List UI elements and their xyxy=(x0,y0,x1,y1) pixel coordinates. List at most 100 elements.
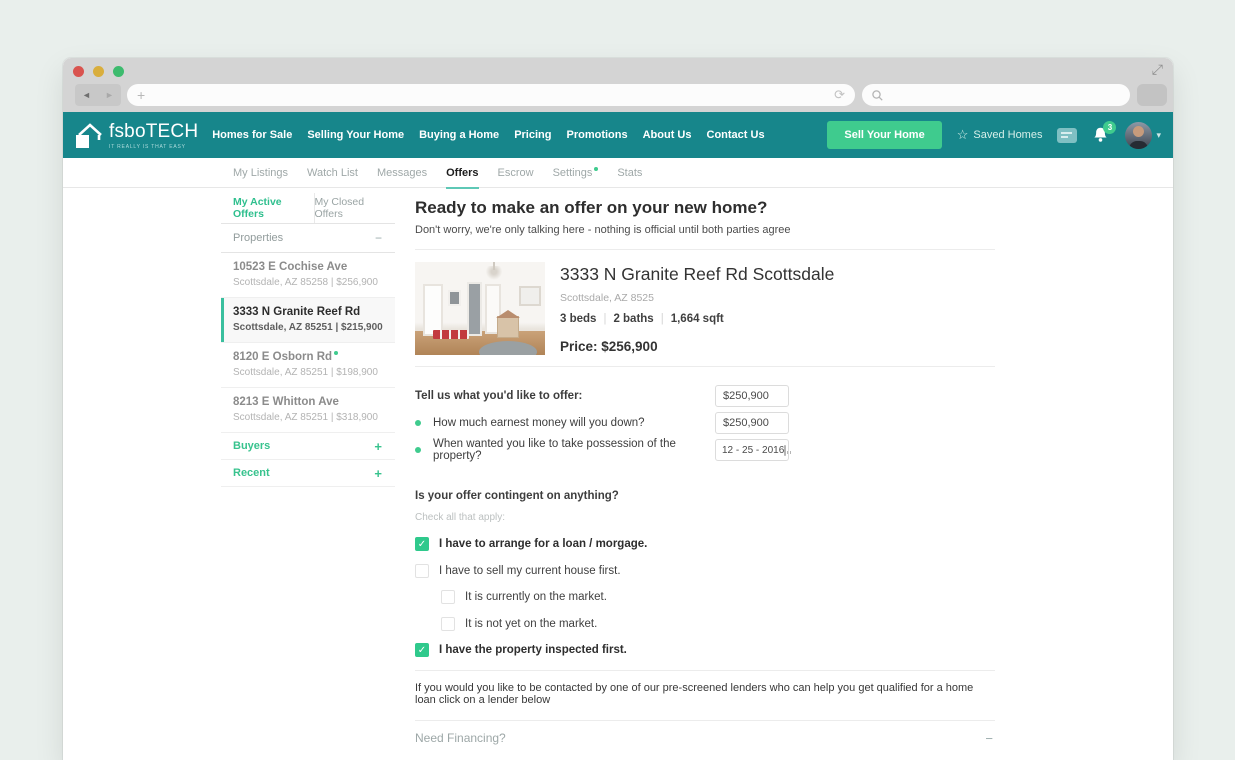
checkbox-unchecked-icon[interactable] xyxy=(441,590,455,604)
possession-date-input[interactable]: 12 - 25 - 2016 xyxy=(715,439,789,461)
resize-icon[interactable]: ⤢ xyxy=(1152,61,1163,78)
offer-amount-label: Tell us what you'd like to offer: xyxy=(415,390,582,402)
tab-stats[interactable]: Stats xyxy=(617,158,642,188)
menu-item-promotions[interactable]: Promotions xyxy=(566,129,627,141)
refresh-icon[interactable]: ⟳ xyxy=(834,87,845,103)
new-activity-dot xyxy=(334,351,338,355)
forward-icon[interactable]: ► xyxy=(105,90,114,100)
logo-name: fsboTECH xyxy=(109,121,198,143)
menu-item-about-us[interactable]: About Us xyxy=(643,129,692,141)
main-menu: Homes for Sale Selling Your Home Buying … xyxy=(212,129,764,141)
financing-section-header[interactable]: Need Financing? − xyxy=(415,731,995,746)
browser-profile-button[interactable] xyxy=(1137,84,1167,106)
offer-panel: Ready to make an offer on your new home?… xyxy=(415,188,995,760)
saved-homes-link[interactable]: ☆ Saved Homes xyxy=(957,127,1043,143)
buyers-label: Buyers xyxy=(233,440,270,452)
tab-my-closed-offers[interactable]: My Closed Offers xyxy=(315,193,396,223)
property-photo xyxy=(415,262,545,355)
tab-my-listings[interactable]: My Listings xyxy=(233,158,288,188)
browser-window: ⤢ ◄ ► + ⟳ fsboTECH IT R xyxy=(63,58,1173,760)
checkbox-property-inspected[interactable]: ✓ I have the property inspected first. xyxy=(415,643,995,657)
sqft-value: 1,664 sqft xyxy=(671,313,724,325)
properties-label: Properties xyxy=(233,232,283,244)
expand-plus-icon[interactable]: + xyxy=(374,439,382,454)
menu-item-selling-your-home[interactable]: Selling Your Home xyxy=(307,129,404,141)
contingency-question: Is your offer contingent on anything? xyxy=(415,490,995,502)
minimize-window-button[interactable] xyxy=(93,66,104,77)
property-card: 3333 N Granite Reef Rd Scottsdale Scotts… xyxy=(415,262,995,355)
checkbox-not-yet-on-market[interactable]: It is not yet on the market. xyxy=(441,617,995,631)
expand-plus-icon[interactable]: + xyxy=(374,466,382,481)
zoom-window-button[interactable] xyxy=(113,66,124,77)
menu-item-pricing[interactable]: Pricing xyxy=(514,129,551,141)
baths-value: 2 baths xyxy=(613,313,653,325)
checkbox-checked-icon[interactable]: ✓ xyxy=(415,643,429,657)
browser-chrome: ⤢ ◄ ► + ⟳ xyxy=(63,58,1173,112)
checkbox-loan-mortgage[interactable]: ✓ I have to arrange for a loan / morgage… xyxy=(415,537,995,551)
page-title: Ready to make an offer on your new home? xyxy=(415,198,995,218)
site-logo[interactable]: fsboTECH IT REALLY IS THAT EASY xyxy=(75,121,198,150)
earnest-money-input[interactable] xyxy=(715,412,789,434)
page-subtitle: Don't worry, we're only talking here - n… xyxy=(415,224,995,236)
search-icon xyxy=(871,89,884,102)
sell-your-home-button[interactable]: Sell Your Home xyxy=(827,121,941,149)
menu-item-homes-for-sale[interactable]: Homes for Sale xyxy=(212,129,292,141)
tab-escrow[interactable]: Escrow xyxy=(498,158,534,188)
checkbox-sell-current-house[interactable]: I have to sell my current house first. xyxy=(415,564,995,578)
logo-tagline: IT REALLY IS THAT EASY xyxy=(109,144,198,150)
tab-watch-list[interactable]: Watch List xyxy=(307,158,358,188)
checkbox-currently-on-market[interactable]: It is currently on the market. xyxy=(441,590,995,604)
chevron-down-icon: ▾ xyxy=(1156,130,1161,141)
collapse-icon[interactable]: − xyxy=(985,731,993,746)
notification-count-badge: 3 xyxy=(1103,121,1116,134)
offer-amount-row: Tell us what you'd like to offer: xyxy=(415,385,789,407)
checkbox-unchecked-icon[interactable] xyxy=(415,564,429,578)
recent-section-header[interactable]: Recent + xyxy=(221,460,395,487)
tab-my-active-offers[interactable]: My Active Offers xyxy=(221,193,315,223)
property-stats: 3 beds|2 baths|1,664 sqft xyxy=(560,313,834,325)
notifications-button[interactable]: 3 xyxy=(1092,126,1110,144)
property-list-item[interactable]: 10523 E Cochise Ave Scottsdale, AZ 85258… xyxy=(221,253,395,298)
back-icon[interactable]: ◄ xyxy=(82,90,91,100)
recent-label: Recent xyxy=(233,467,270,479)
menu-item-buying-a-home[interactable]: Buying a Home xyxy=(419,129,499,141)
site-navbar: fsboTECH IT REALLY IS THAT EASY Homes fo… xyxy=(63,112,1173,158)
possession-date-label: When wanted you like to take possession … xyxy=(433,438,715,462)
add-tab-icon[interactable]: + xyxy=(137,87,145,103)
properties-section-header[interactable]: Properties − xyxy=(221,224,395,253)
settings-alert-dot xyxy=(594,167,598,171)
close-window-button[interactable] xyxy=(73,66,84,77)
checkbox-unchecked-icon[interactable] xyxy=(441,617,455,631)
tab-offers[interactable]: Offers xyxy=(446,158,478,188)
property-location: Scottsdale, AZ 8525 xyxy=(560,292,834,304)
checkbox-checked-icon[interactable]: ✓ xyxy=(415,537,429,551)
property-list-item[interactable]: 8213 E Whitton Ave Scottsdale, AZ 85251 … xyxy=(221,388,395,433)
earnest-money-label: How much earnest money will you down? xyxy=(433,417,645,429)
property-list-item-selected[interactable]: 3333 N Granite Reef Rd Scottsdale, AZ 85… xyxy=(221,298,395,343)
calendar-icon[interactable] xyxy=(784,445,786,456)
menu-item-contact-us[interactable]: Contact Us xyxy=(707,129,765,141)
earnest-money-row: How much earnest money will you down? xyxy=(415,412,789,434)
saved-homes-label: Saved Homes xyxy=(973,129,1042,141)
avatar xyxy=(1125,122,1152,149)
offers-sidebar: My Active Offers My Closed Offers Proper… xyxy=(221,193,395,487)
account-menu[interactable]: ▾ xyxy=(1125,122,1161,149)
browser-search-input[interactable] xyxy=(862,84,1130,106)
offer-amount-input[interactable] xyxy=(715,385,789,407)
collapse-icon[interactable]: − xyxy=(375,231,382,245)
address-bar[interactable]: + ⟳ xyxy=(127,84,855,106)
tab-messages[interactable]: Messages xyxy=(377,158,427,188)
contingency-hint: Check all that apply: xyxy=(415,512,995,523)
browser-nav-buttons: ◄ ► xyxy=(75,84,121,106)
tab-settings[interactable]: Settings xyxy=(553,158,599,188)
buyers-section-header[interactable]: Buyers + xyxy=(221,433,395,460)
star-icon: ☆ xyxy=(957,127,969,143)
contingency-options: ✓ I have to arrange for a loan / morgage… xyxy=(415,537,995,657)
property-list-item[interactable]: 8120 E Osborn Rd Scottsdale, AZ 85251 | … xyxy=(221,343,395,388)
house-logo-icon xyxy=(75,122,105,149)
messages-icon[interactable] xyxy=(1057,128,1077,143)
property-price: Price: $256,900 xyxy=(560,339,834,354)
financing-title: Need Financing? xyxy=(415,731,506,745)
beds-value: 3 beds xyxy=(560,313,596,325)
bullet-icon xyxy=(415,420,421,426)
